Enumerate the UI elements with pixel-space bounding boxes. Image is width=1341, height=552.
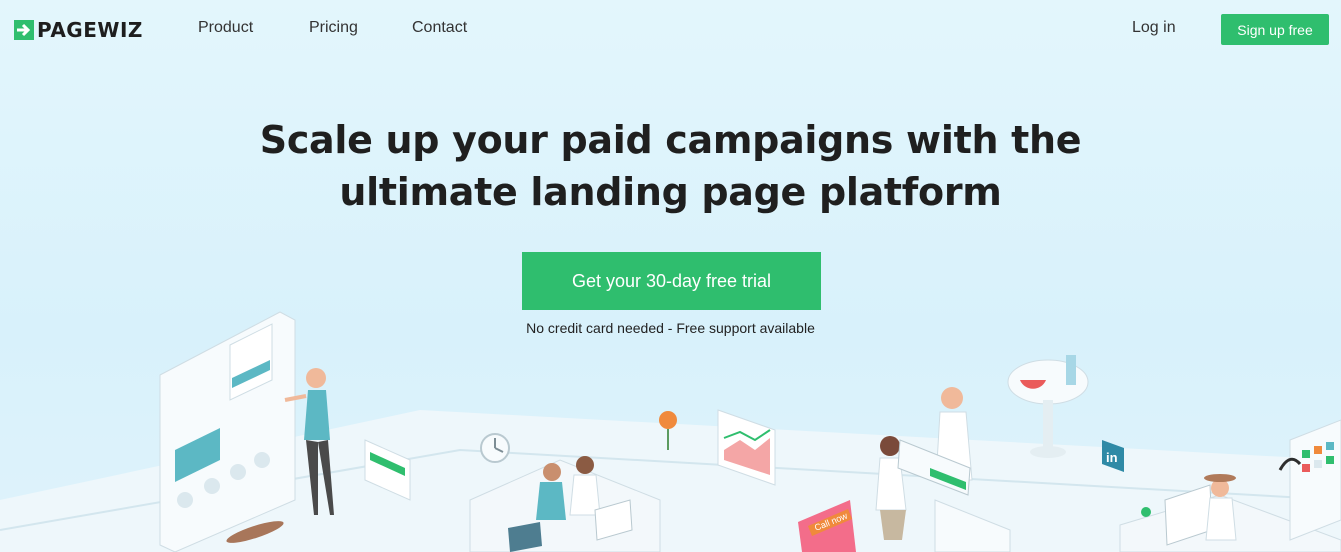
top-navigation: PAGEWIZ Product Pricing Contact Log in S… xyxy=(0,0,1341,60)
svg-text:in: in xyxy=(1106,450,1118,465)
plant-icon xyxy=(1141,507,1151,517)
headline-line-2: ultimate landing page platform xyxy=(339,170,1002,214)
water-bottle xyxy=(1066,355,1076,385)
signup-button[interactable]: Sign up free xyxy=(1221,14,1329,45)
login-link[interactable]: Log in xyxy=(1132,19,1176,37)
hero-headline: Scale up your paid campaigns with the ul… xyxy=(0,114,1341,218)
nav-product[interactable]: Product xyxy=(198,19,253,37)
side-table xyxy=(1007,355,1089,458)
logo[interactable]: PAGEWIZ xyxy=(14,18,143,42)
arrow-logo-icon xyxy=(14,20,34,40)
nav-pricing[interactable]: Pricing xyxy=(309,19,358,37)
office-illustration: Call now in xyxy=(0,311,1341,552)
nav-contact[interactable]: Contact xyxy=(412,19,467,37)
brand-name: PAGEWIZ xyxy=(37,18,143,42)
headline-line-1: Scale up your paid campaigns with the xyxy=(259,118,1082,162)
hat xyxy=(1204,474,1236,482)
